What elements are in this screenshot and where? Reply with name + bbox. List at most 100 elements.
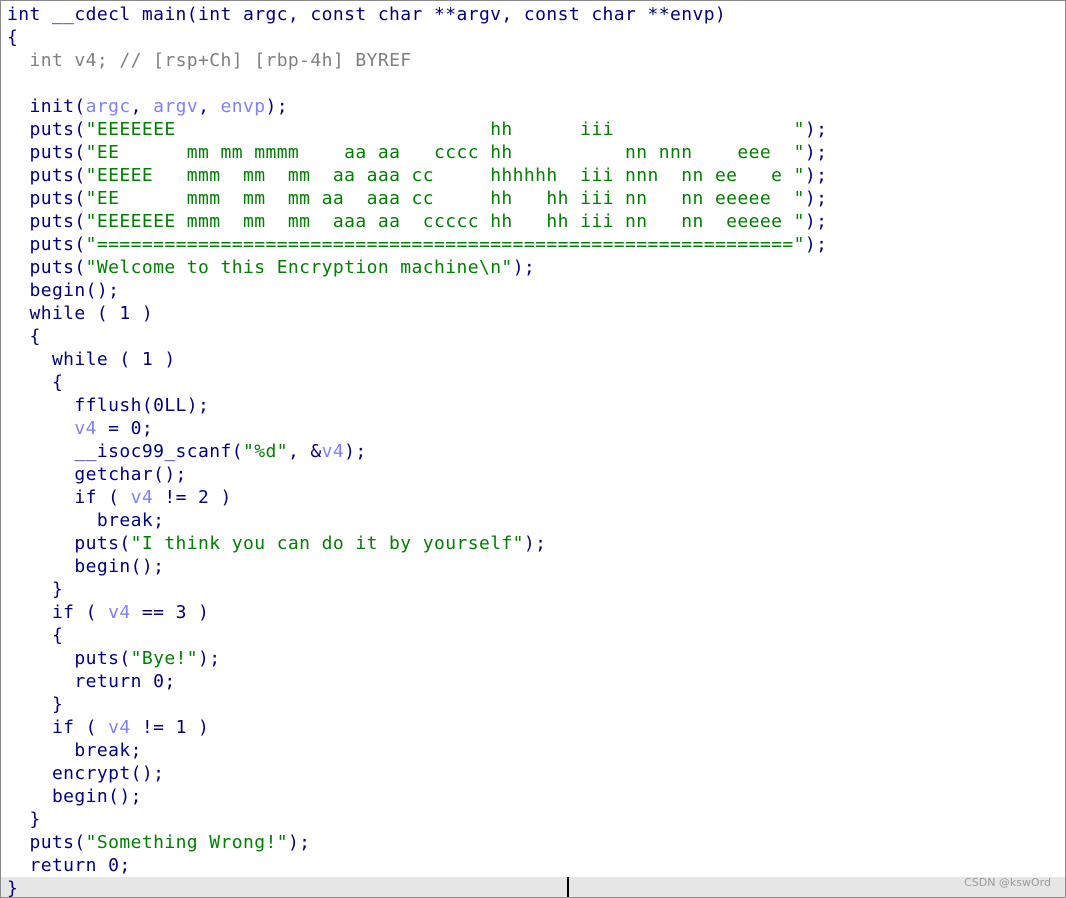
code-line[interactable]: if ( v4 != 1 ): [7, 716, 1065, 739]
code-token: "Something Wrong!": [85, 832, 288, 853]
code-token: while ( 1 ): [7, 349, 176, 370]
code-token: "EEEEEEE mmm mm mm aaa aa ccccc hh hh ii…: [85, 211, 805, 232]
code-token: puts(: [7, 832, 86, 853]
code-token: if (: [7, 602, 109, 623]
code-token: argv: [153, 96, 199, 117]
code-token: );: [512, 257, 536, 278]
code-token: break;: [7, 740, 142, 761]
code-token: ,: [198, 96, 221, 117]
code-token: );: [804, 211, 828, 232]
code-line[interactable]: }: [7, 693, 1065, 716]
code-line[interactable]: puts("EE mm mm mmmm aa aa cccc hh nn nnn…: [7, 141, 1065, 164]
code-line[interactable]: break;: [7, 739, 1065, 762]
code-line[interactable]: return 0;: [7, 854, 1065, 877]
code-token: );: [804, 165, 828, 186]
code-token: );: [344, 441, 367, 462]
code-token: v4: [74, 418, 97, 439]
code-line[interactable]: fflush(0LL);: [7, 394, 1065, 417]
code-token: "I think you can do it by yourself": [130, 533, 524, 554]
code-token: );: [523, 533, 547, 554]
code-line[interactable]: while ( 1 ): [7, 348, 1065, 371]
code-token: );: [804, 119, 828, 140]
code-line[interactable]: {: [7, 325, 1065, 348]
code-token: "Bye!": [130, 648, 199, 669]
pseudocode-window[interactable]: int __cdecl main(int argc, const char **…: [0, 0, 1066, 898]
code-line[interactable]: begin();: [7, 785, 1065, 808]
pseudocode-view[interactable]: int __cdecl main(int argc, const char **…: [1, 3, 1065, 897]
code-line[interactable]: int __cdecl main(int argc, const char **…: [7, 3, 1065, 26]
code-token: puts(: [7, 211, 86, 232]
code-line[interactable]: puts("Welcome to this Encryption machine…: [7, 256, 1065, 279]
code-line[interactable]: puts("Something Wrong!");: [7, 831, 1065, 854]
code-token: );: [198, 648, 221, 669]
code-line[interactable]: encrypt();: [7, 762, 1065, 785]
code-line[interactable]: puts("EEEEE mmm mm mm aa aaa cc hhhhhh i…: [7, 164, 1065, 187]
code-token: __isoc99_scanf(: [7, 441, 243, 462]
code-line[interactable]: {: [7, 26, 1065, 49]
code-token: return 0;: [7, 855, 131, 876]
code-line[interactable]: puts("EE mmm mm mm aa aaa cc hh hh iii n…: [7, 187, 1065, 210]
code-line[interactable]: {: [7, 624, 1065, 647]
code-line[interactable]: puts("I think you can do it by yourself"…: [7, 532, 1065, 555]
code-token: {: [7, 372, 64, 393]
code-line[interactable]: v4 = 0;: [7, 417, 1065, 440]
code-line[interactable]: puts("==================================…: [7, 233, 1065, 256]
code-line[interactable]: if ( v4 == 3 ): [7, 601, 1065, 624]
code-token: puts(: [7, 119, 86, 140]
code-token: puts(: [7, 257, 86, 278]
code-line[interactable]: puts("EEEEEEE mmm mm mm aaa aa ccccc hh …: [7, 210, 1065, 233]
code-token: begin();: [7, 556, 165, 577]
code-token: "%d": [242, 441, 288, 462]
code-line[interactable]: }: [1, 877, 1065, 898]
code-line[interactable]: init(argc, argv, envp);: [7, 95, 1065, 118]
code-token: begin();: [7, 786, 142, 807]
code-token: puts(: [7, 533, 131, 554]
code-line[interactable]: getchar();: [7, 463, 1065, 486]
code-line[interactable]: {: [7, 371, 1065, 394]
code-token: {: [7, 326, 41, 347]
code-line[interactable]: }: [7, 808, 1065, 831]
code-line[interactable]: if ( v4 != 2 ): [7, 486, 1065, 509]
code-token: begin();: [7, 280, 120, 301]
code-token: != 1 ): [130, 717, 210, 738]
code-token: );: [287, 832, 311, 853]
code-token: puts(: [7, 188, 86, 209]
code-token: v4: [321, 441, 345, 462]
code-line[interactable]: puts("EEEEEEE hh iii ");: [7, 118, 1065, 141]
code-token: v4: [108, 602, 131, 623]
code-token: "EEEEEEE hh iii ": [85, 119, 805, 140]
code-token: );: [804, 188, 828, 209]
code-token: ,: [130, 96, 154, 117]
code-token: puts(: [7, 648, 131, 669]
code-token: );: [804, 142, 828, 163]
code-token: }: [7, 878, 19, 898]
code-line[interactable]: [7, 72, 1065, 95]
code-line[interactable]: }: [7, 578, 1065, 601]
code-line[interactable]: __isoc99_scanf("%d", &v4);: [7, 440, 1065, 463]
code-token: envp: [220, 96, 266, 117]
code-token: puts(: [7, 165, 86, 186]
watermark: CSDN @kswOrd: [964, 876, 1051, 889]
code-line[interactable]: begin();: [7, 279, 1065, 302]
code-token: int v4; // [rsp+Ch] [rbp-4h] BYREF: [29, 50, 412, 71]
code-line[interactable]: int v4; // [rsp+Ch] [rbp-4h] BYREF: [7, 49, 1065, 72]
code-token: );: [265, 96, 288, 117]
code-token: "EEEEE mmm mm mm aa aaa cc hhhhhh iii nn…: [85, 165, 805, 186]
code-line[interactable]: while ( 1 ): [7, 302, 1065, 325]
code-token: if (: [7, 487, 131, 508]
code-token: getchar();: [7, 464, 187, 485]
code-line[interactable]: begin();: [7, 555, 1065, 578]
code-token: }: [7, 579, 64, 600]
code-line[interactable]: puts("Bye!");: [7, 647, 1065, 670]
code-token: if (: [7, 717, 109, 738]
code-line[interactable]: return 0;: [7, 670, 1065, 693]
code-line[interactable]: break;: [7, 509, 1065, 532]
code-token: }: [7, 809, 41, 830]
code-token: "EE mmm mm mm aa aaa cc hh hh iii nn nn …: [85, 188, 805, 209]
code-token: argc: [85, 96, 131, 117]
code-token: != 2 ): [153, 487, 232, 508]
code-token: return 0;: [7, 671, 176, 692]
code-token: {: [7, 625, 64, 646]
